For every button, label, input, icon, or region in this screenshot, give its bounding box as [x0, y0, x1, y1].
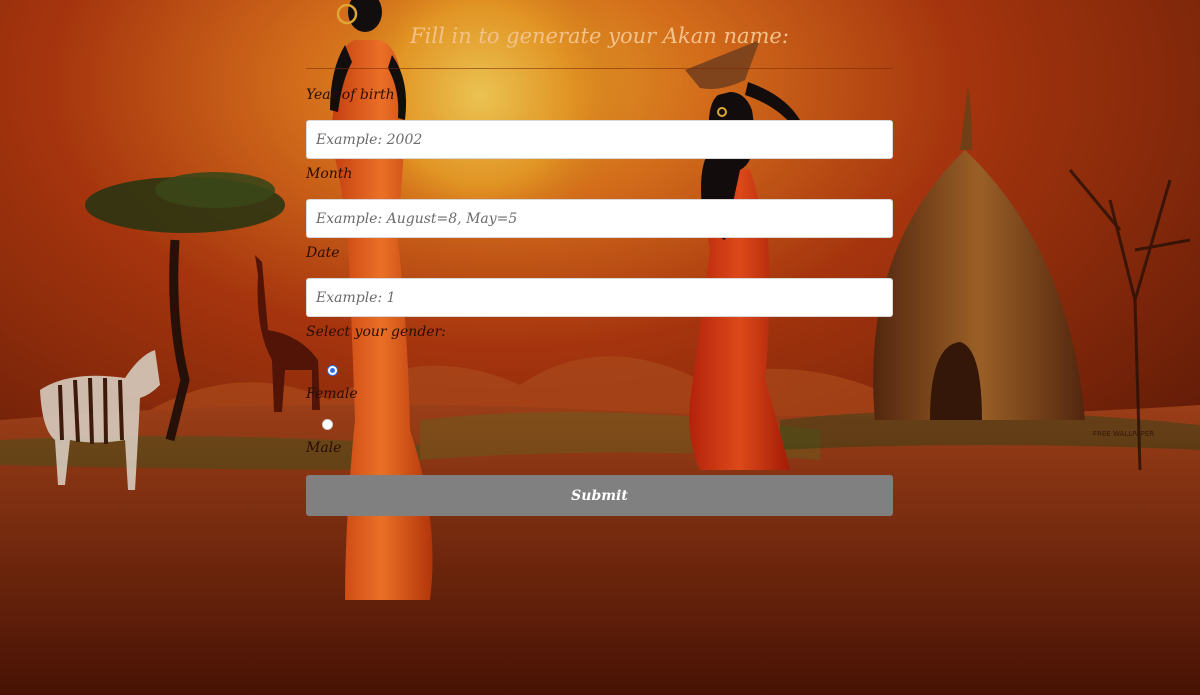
year-input[interactable]: [306, 120, 893, 159]
month-input[interactable]: [306, 199, 893, 238]
month-label: Month: [306, 166, 353, 182]
gender-label: Select your gender:: [306, 324, 446, 340]
male-radio[interactable]: [322, 419, 333, 430]
year-label: Year of birth: [306, 87, 395, 103]
akan-name-form: Fill in to generate your Akan name: Year…: [306, 0, 893, 695]
submit-button[interactable]: Submit: [306, 475, 893, 516]
female-label: Female: [306, 386, 358, 402]
date-input[interactable]: [306, 278, 893, 317]
male-label: Male: [306, 440, 342, 456]
heading-divider: [306, 68, 893, 69]
form-heading: Fill in to generate your Akan name:: [410, 24, 789, 48]
female-radio[interactable]: [327, 365, 338, 376]
date-label: Date: [306, 245, 340, 261]
